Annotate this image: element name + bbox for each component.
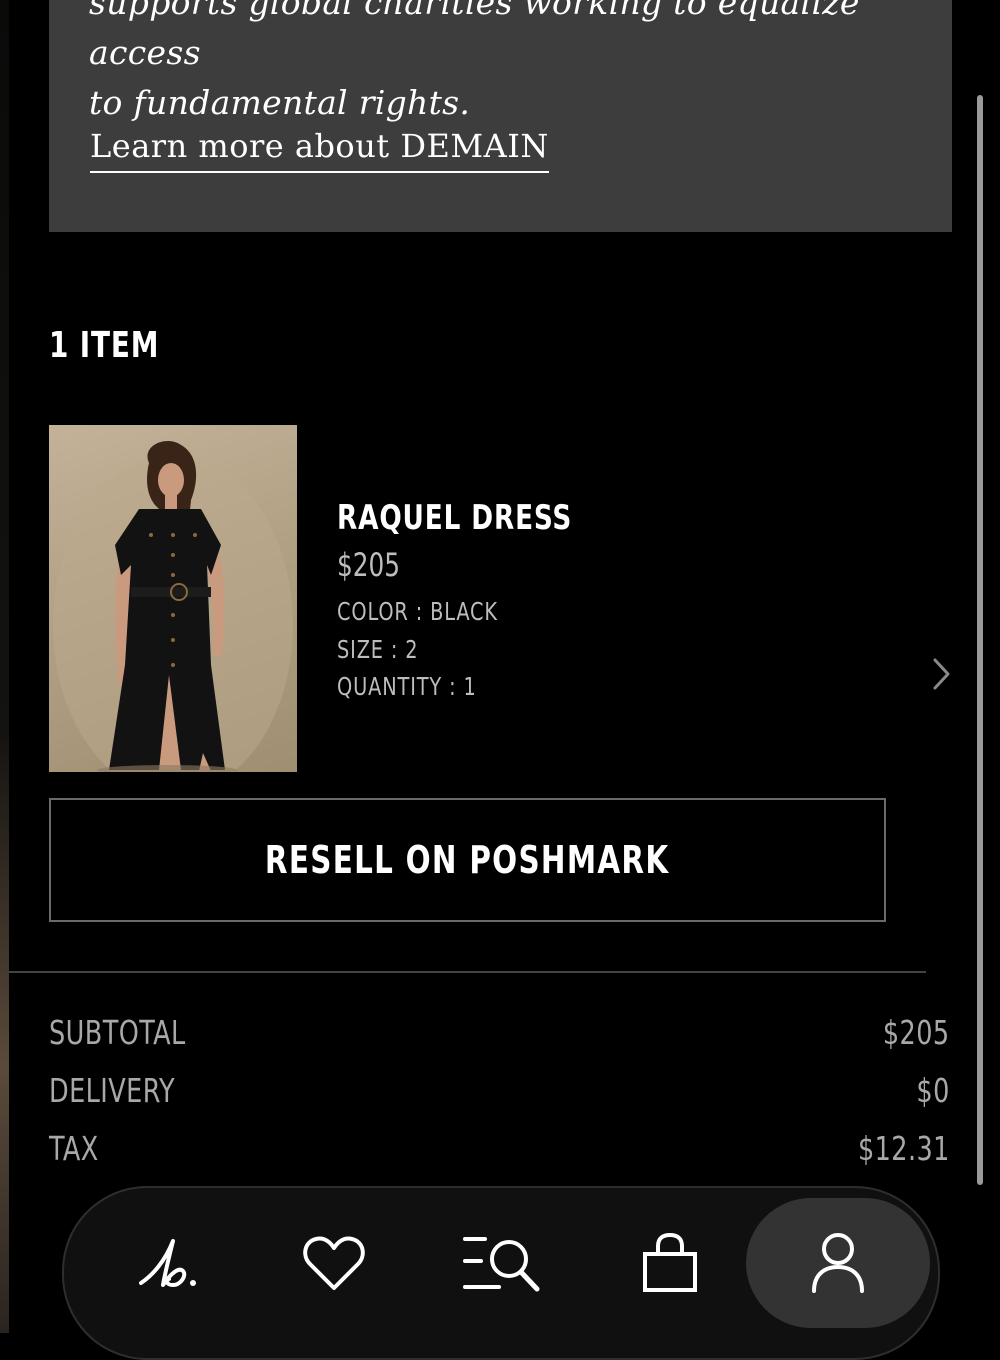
search-menu-icon bbox=[463, 1237, 540, 1292]
product-name[interactable]: RAQUEL DRESS bbox=[337, 498, 572, 538]
product-size: SIZE : 2 bbox=[337, 635, 419, 664]
scrollbar[interactable] bbox=[977, 95, 983, 1185]
summary-label: DELIVERY bbox=[49, 1071, 176, 1110]
summary-row-tax: TAX $12.31 bbox=[49, 1129, 950, 1173]
nav-wishlist-button[interactable] bbox=[269, 1188, 399, 1338]
nav-home-button[interactable] bbox=[102, 1188, 232, 1338]
summary-value: $12.31 bbox=[858, 1129, 950, 1168]
shopping-bag-icon bbox=[643, 1232, 697, 1292]
summary-row-delivery: DELIVERY $0 bbox=[49, 1071, 950, 1115]
summary-label: SUBTOTAL bbox=[49, 1013, 186, 1052]
resell-button-label: RESELL ON POSHMARK bbox=[265, 838, 670, 882]
learn-more-link[interactable]: Learn more about DEMAIN bbox=[90, 125, 549, 173]
profile-icon bbox=[812, 1233, 864, 1293]
nav-bag-button[interactable] bbox=[605, 1188, 735, 1338]
brand-logo-icon bbox=[139, 1239, 196, 1287]
summary-value: $0 bbox=[916, 1071, 950, 1110]
brand-info-line-1: supports global charities working to equ… bbox=[89, 0, 860, 72]
product-color: COLOR : BLACK bbox=[337, 597, 498, 626]
brand-info-line-2: to fundamental rights. bbox=[89, 83, 471, 122]
summary-row-subtotal: SUBTOTAL $205 bbox=[49, 1013, 950, 1057]
resell-on-poshmark-button[interactable]: RESELL ON POSHMARK bbox=[49, 798, 886, 922]
summary-value: $205 bbox=[883, 1013, 950, 1052]
nav-search-button[interactable] bbox=[438, 1188, 568, 1338]
bottom-navigation-bar bbox=[62, 1186, 940, 1360]
nav-account-button[interactable] bbox=[746, 1198, 930, 1328]
heart-icon bbox=[303, 1236, 365, 1290]
divider bbox=[9, 971, 926, 973]
background-edge bbox=[0, 0, 9, 1333]
summary-label: TAX bbox=[49, 1129, 99, 1168]
brand-info-text: supports global charities working to equ… bbox=[89, 0, 929, 128]
product-image[interactable] bbox=[49, 425, 297, 772]
brand-info-card: supports global charities working to equ… bbox=[49, 0, 952, 232]
product-quantity: QUANTITY : 1 bbox=[337, 672, 477, 701]
chevron-right-icon[interactable] bbox=[926, 656, 956, 692]
items-count-heading: 1 ITEM bbox=[49, 325, 160, 366]
product-price: $205 bbox=[337, 546, 400, 584]
